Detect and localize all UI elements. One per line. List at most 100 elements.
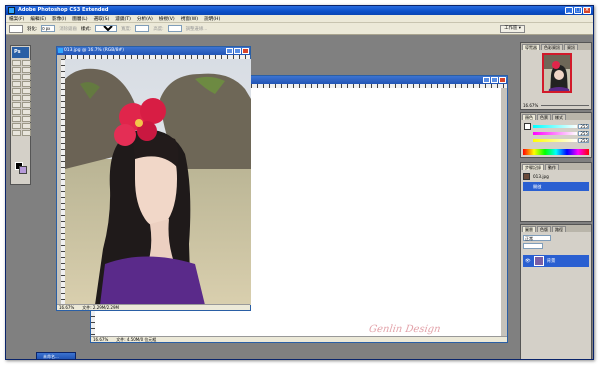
document-window-photo[interactable]: 013.jpg @ 16.7% (RGB/8#) — [56, 46, 251, 311]
blend-mode-select[interactable]: 正常 — [523, 235, 551, 241]
doc-maximize-button[interactable] — [491, 77, 498, 83]
eraser-tool-icon[interactable] — [12, 95, 21, 101]
tab-history[interactable]: 步驟記錄 — [522, 164, 544, 170]
shape-tool-icon[interactable] — [22, 116, 31, 122]
menu-view[interactable]: 檢視(V) — [159, 16, 175, 22]
width-label: 寬度: — [121, 26, 131, 32]
blue-slider[interactable] — [533, 139, 577, 142]
marquee-tool-icon[interactable] — [22, 60, 31, 66]
eye-icon[interactable]: 👁 — [525, 259, 531, 264]
navigator-panel: 導覽器 色彩資訊 資訊 16.67% — [520, 42, 592, 110]
doc-close-button[interactable] — [242, 48, 249, 54]
tab-layers[interactable]: 圖層 — [522, 226, 536, 232]
layer-background[interactable]: 👁 背景 — [523, 255, 589, 267]
menu-filter[interactable]: 濾鏡(T) — [115, 16, 131, 22]
layer-thumbnail — [534, 256, 544, 266]
slice-tool-icon[interactable] — [22, 74, 31, 80]
notes-tool-icon[interactable] — [12, 123, 21, 129]
tool-preset-picker[interactable] — [9, 25, 23, 33]
tab-info[interactable]: 資訊 — [564, 44, 578, 50]
history-thumbnail — [523, 173, 530, 180]
stamp-tool-icon[interactable] — [12, 88, 21, 94]
antialias-checkbox[interactable]: 消除鋸齒 — [59, 26, 77, 32]
app-title: Adobe Photoshop CS3 Extended — [18, 6, 108, 15]
refine-edge-button[interactable]: 調整邊緣... — [186, 26, 208, 32]
blank-doc-zoom[interactable]: 16.67% — [93, 337, 108, 342]
dodge-tool-icon[interactable] — [22, 102, 31, 108]
height-input[interactable] — [168, 25, 182, 32]
pen-tool-icon[interactable] — [12, 109, 21, 115]
green-slider[interactable] — [533, 132, 577, 135]
blank-doc-info: 文件: 4.50M/0 位元組 — [116, 337, 156, 342]
doc-close-button[interactable] — [499, 77, 506, 83]
document-icon — [58, 48, 63, 53]
doc-minimize-button[interactable] — [226, 48, 233, 54]
photoshop-window: Adobe Photoshop CS3 Extended _ □ × 檔案(F)… — [5, 5, 594, 360]
tab-paths[interactable]: 路徑 — [552, 226, 566, 232]
type-tool-icon[interactable] — [22, 109, 31, 115]
photo-doc-status-bar: 16.67% 文件: 2.29M/2.29M — [57, 304, 250, 310]
color-panel-foreground-chip[interactable] — [524, 123, 531, 130]
minimize-button[interactable]: _ — [565, 7, 573, 14]
brush-tool-icon[interactable] — [22, 81, 31, 87]
menu-edit[interactable]: 編輯(E) — [30, 16, 46, 22]
gradient-tool-icon[interactable] — [22, 95, 31, 101]
tab-histogram[interactable]: 色彩資訊 — [541, 44, 563, 50]
blue-value-field[interactable]: 255 — [578, 138, 589, 143]
history-state-open[interactable]: 開啟 — [523, 182, 589, 191]
history-snapshot[interactable]: 013.jpg — [523, 172, 589, 181]
doc-maximize-button[interactable] — [234, 48, 241, 54]
blur-tool-icon[interactable] — [12, 102, 21, 108]
red-value-field[interactable]: 255 — [578, 124, 589, 129]
tab-channels[interactable]: 色版 — [537, 226, 551, 232]
tab-styles[interactable]: 樣式 — [552, 114, 566, 120]
menu-help[interactable]: 說明(H) — [204, 16, 220, 22]
lasso-tool-icon[interactable] — [12, 67, 21, 73]
green-value-field[interactable]: 255 — [578, 131, 589, 136]
path-select-tool-icon[interactable] — [12, 116, 21, 122]
doc-minimize-button[interactable] — [483, 77, 490, 83]
close-button[interactable]: × — [583, 7, 591, 14]
maximize-button[interactable]: □ — [574, 7, 582, 14]
style-select[interactable]: 正常 — [95, 25, 117, 32]
menu-layer[interactable]: 圖層(L) — [72, 16, 87, 22]
navigator-thumbnail[interactable] — [542, 53, 572, 93]
red-slider[interactable] — [533, 125, 577, 128]
history-panel: 步驟記錄 動作 013.jpg 開啟 — [520, 162, 592, 222]
history-state-label: 開啟 — [533, 182, 541, 191]
menu-file[interactable]: 檔案(F) — [9, 16, 24, 22]
hand-tool-icon[interactable] — [12, 130, 21, 136]
move-tool-icon[interactable] — [12, 60, 21, 66]
layer-name: 背景 — [547, 258, 556, 264]
color-spectrum-bar[interactable] — [523, 149, 589, 155]
minimized-document[interactable]: 未命名... — [36, 352, 76, 360]
tab-swatches[interactable]: 色票 — [537, 114, 551, 120]
menu-select[interactable]: 選取(S) — [94, 16, 110, 22]
eyedropper-tool-icon[interactable] — [22, 123, 31, 129]
tab-actions[interactable]: 動作 — [545, 164, 559, 170]
photo-doc-zoom[interactable]: 16.67% — [59, 305, 74, 310]
history-snapshot-label: 013.jpg — [533, 172, 549, 181]
navigator-zoom-slider[interactable] — [541, 105, 589, 106]
menu-window[interactable]: 視窗(W) — [181, 16, 198, 22]
lock-controls[interactable] — [523, 243, 543, 249]
healing-tool-icon[interactable] — [12, 81, 21, 87]
width-input[interactable] — [135, 25, 149, 32]
menu-image[interactable]: 影像(I) — [52, 16, 66, 22]
history-brush-tool-icon[interactable] — [22, 88, 31, 94]
magic-wand-tool-icon[interactable] — [22, 67, 31, 73]
photo-doc-info: 文件: 2.29M/2.29M — [82, 305, 119, 310]
menu-analysis[interactable]: 分析(A) — [137, 16, 153, 22]
zoom-tool-icon[interactable] — [22, 130, 31, 136]
tab-color[interactable]: 顏色 — [522, 114, 536, 120]
workspace-button[interactable]: 工作區 ▾ — [500, 25, 525, 33]
photo-canvas[interactable] — [65, 59, 251, 305]
photo-doc-titlebar[interactable]: 013.jpg @ 16.7% (RGB/8#) — [57, 47, 250, 55]
feather-input[interactable] — [41, 25, 55, 32]
background-color-swatch[interactable] — [19, 166, 27, 174]
navigator-zoom-value[interactable]: 16.67% — [523, 103, 538, 108]
crop-tool-icon[interactable] — [12, 74, 21, 80]
blank-doc-status-bar: 16.67% 文件: 4.50M/0 位元組 — [91, 336, 507, 342]
tab-navigator[interactable]: 導覽器 — [522, 44, 540, 50]
style-label: 樣式: — [81, 26, 91, 32]
